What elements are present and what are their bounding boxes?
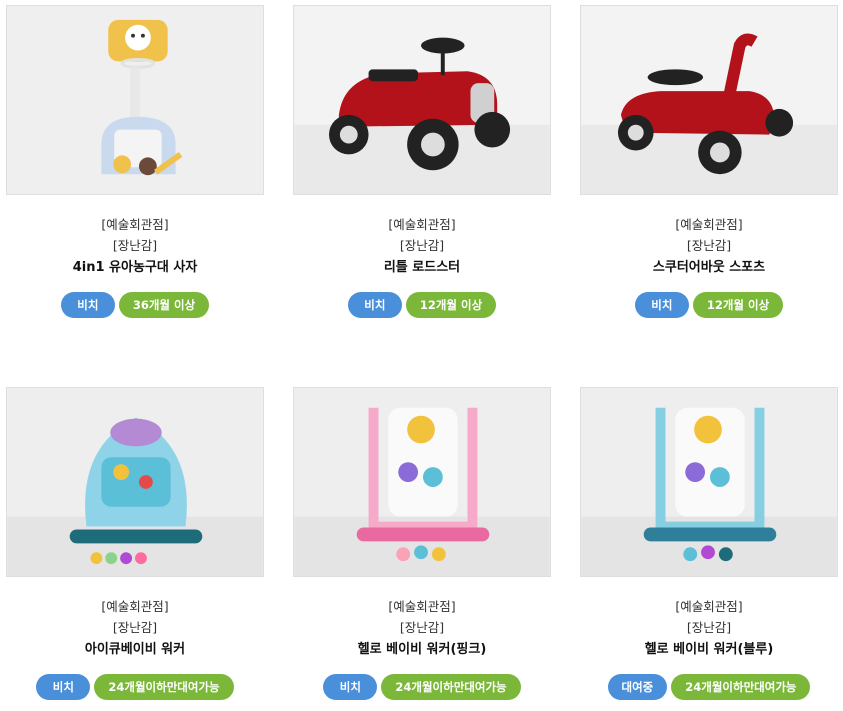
store-label: [예술회관점] [101,599,169,614]
store-label: [예술회관점] [388,217,456,232]
age-badge: 24개월이하만대여가능 [94,674,234,700]
store-label: [예술회관점] [388,599,456,614]
badge-row: 비치 36개월 이상 [6,292,264,318]
age-badge: 12개월 이상 [405,292,497,318]
product-info: [예술회관점] [장난감] 헬로 베이비 워커(블루) 대여중 24개월이하만대… [580,596,838,700]
badge-row: 비치 24개월이하만대여가능 [6,674,264,700]
product-info: [예술회관점] [장난감] 리틀 로드스터 비치 12개월 이상 [293,214,551,318]
product-name[interactable]: 스쿠터어바웃 스포츠 [580,257,838,279]
product-image-pink-walker[interactable] [293,387,551,577]
category-label: [장난감] [686,238,732,253]
product-card: [예술회관점] [장난감] 4in1 유아농구대 사자 비치 36개월 이상 [6,5,264,318]
product-card: [예술회관점] [장난감] 스쿠터어바웃 스포츠 비치 12개월 이상 [580,5,838,318]
age-badge: 24개월이하만대여가능 [671,674,811,700]
product-info: [예술회관점] [장난감] 아이큐베이비 워커 비치 24개월이하만대여가능 [6,596,264,700]
product-image-scooter[interactable] [580,5,838,195]
store-label: [예술회관점] [675,599,743,614]
category-label: [장난감] [399,238,445,253]
product-image-basketball-hoop[interactable] [6,5,264,195]
age-badge: 24개월이하만대여가능 [381,674,521,700]
product-image-blue-walker-2[interactable] [580,387,838,577]
category-label: [장난감] [399,620,445,635]
product-card: [예술회관점] [장난감] 헬로 베이비 워커(블루) 대여중 24개월이하만대… [580,387,838,700]
product-card: [예술회관점] [장난감] 헬로 베이비 워커(핑크) 비치 24개월이하만대여… [293,387,551,700]
product-info: [예술회관점] [장난감] 4in1 유아농구대 사자 비치 36개월 이상 [6,214,264,318]
badge-row: 대여중 24개월이하만대여가능 [580,674,838,700]
product-info: [예술회관점] [장난감] 스쿠터어바웃 스포츠 비치 12개월 이상 [580,214,838,318]
category-label: [장난감] [112,238,158,253]
product-image-roadster[interactable] [293,5,551,195]
store-label: [예술회관점] [101,217,169,232]
status-badge: 비치 [60,292,115,318]
status-badge: 비치 [634,292,689,318]
badge-row: 비치 12개월 이상 [293,292,551,318]
product-info: [예술회관점] [장난감] 헬로 베이비 워커(핑크) 비치 24개월이하만대여… [293,596,551,700]
product-grid: [예술회관점] [장난감] 4in1 유아농구대 사자 비치 36개월 이상 [… [0,0,843,711]
product-name[interactable]: 4in1 유아농구대 사자 [6,257,264,279]
product-image-blue-walker[interactable] [6,387,264,577]
age-badge: 12개월 이상 [692,292,784,318]
product-name[interactable]: 헬로 베이비 워커(핑크) [293,639,551,661]
product-name[interactable]: 헬로 베이비 워커(블루) [580,639,838,661]
status-badge: 비치 [323,674,378,700]
category-label: [장난감] [112,620,158,635]
product-card: [예술회관점] [장난감] 리틀 로드스터 비치 12개월 이상 [293,5,551,318]
age-badge: 36개월 이상 [118,292,210,318]
badge-row: 비치 12개월 이상 [580,292,838,318]
product-name[interactable]: 리틀 로드스터 [293,257,551,279]
product-name[interactable]: 아이큐베이비 워커 [6,639,264,661]
status-badge: 비치 [36,674,91,700]
badge-row: 비치 24개월이하만대여가능 [293,674,551,700]
product-card: [예술회관점] [장난감] 아이큐베이비 워커 비치 24개월이하만대여가능 [6,387,264,700]
status-badge: 대여중 [607,674,668,700]
status-badge: 비치 [347,292,402,318]
store-label: [예술회관점] [675,217,743,232]
category-label: [장난감] [686,620,732,635]
